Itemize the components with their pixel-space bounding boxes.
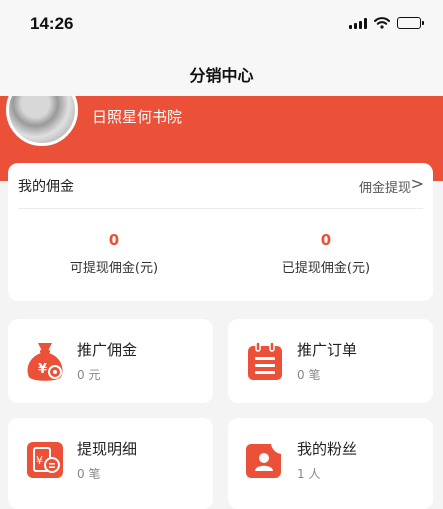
tile-title: 推广佣金 — [77, 341, 138, 359]
tile-value: 0 笔 — [77, 467, 101, 481]
status-bar: 14:26 — [0, 0, 443, 52]
avatar[interactable] — [6, 96, 78, 146]
tile-value: 1 人 — [297, 467, 321, 481]
svg-text:¥: ¥ — [36, 454, 43, 467]
tile-value: 0 元 — [77, 368, 101, 382]
status-time: 14:26 — [30, 14, 74, 33]
fans-icon — [246, 444, 281, 478]
system-icons — [349, 17, 424, 29]
tile-promotion-commission[interactable]: ¥ 推广佣金 0 元 — [8, 319, 213, 403]
order-list-icon — [248, 341, 282, 380]
chevron-right-icon[interactable]: > — [411, 174, 424, 193]
commission-title: 我的佣金 — [18, 179, 74, 195]
tile-title: 推广订单 — [297, 341, 358, 359]
withdraw-link[interactable]: 佣金提现 — [359, 177, 411, 196]
tile-value: 0 笔 — [297, 368, 321, 382]
profile-name: 日照星何书院 — [92, 108, 183, 126]
commission-card: 我的佣金 佣金提现 > 0 可提现佣金(元) 0 已提现佣金(元) — [8, 163, 433, 301]
page-title: 分销中心 — [189, 66, 254, 85]
withdrawn-commission: 0 已提现佣金(元) — [220, 231, 432, 276]
withdrawable-value: 0 — [108, 231, 120, 249]
battery-icon — [397, 17, 424, 29]
tile-withdraw-details[interactable]: ¥ 提现明细 0 笔 — [8, 418, 213, 509]
tile-my-fans[interactable]: 我的粉丝 1 人 — [228, 418, 433, 509]
tile-title: 我的粉丝 — [297, 440, 358, 458]
withdrawn-value: 0 — [320, 231, 332, 249]
withdrawable-label: 可提现佣金(元) — [69, 261, 159, 276]
wifi-icon — [374, 17, 390, 29]
divider — [18, 208, 423, 209]
tile-promotion-orders[interactable]: 推广订单 0 笔 — [228, 319, 433, 403]
cellular-signal-icon — [349, 17, 367, 29]
money-bag-icon: ¥ — [27, 343, 63, 381]
nav-bar: 分销中心 — [0, 52, 443, 96]
withdrawn-label: 已提现佣金(元) — [281, 261, 371, 276]
withdrawable-commission: 0 可提现佣金(元) — [8, 231, 220, 276]
svg-text:¥: ¥ — [38, 362, 47, 377]
tile-title: 提现明细 — [77, 440, 138, 458]
withdraw-detail-icon: ¥ — [27, 442, 63, 478]
